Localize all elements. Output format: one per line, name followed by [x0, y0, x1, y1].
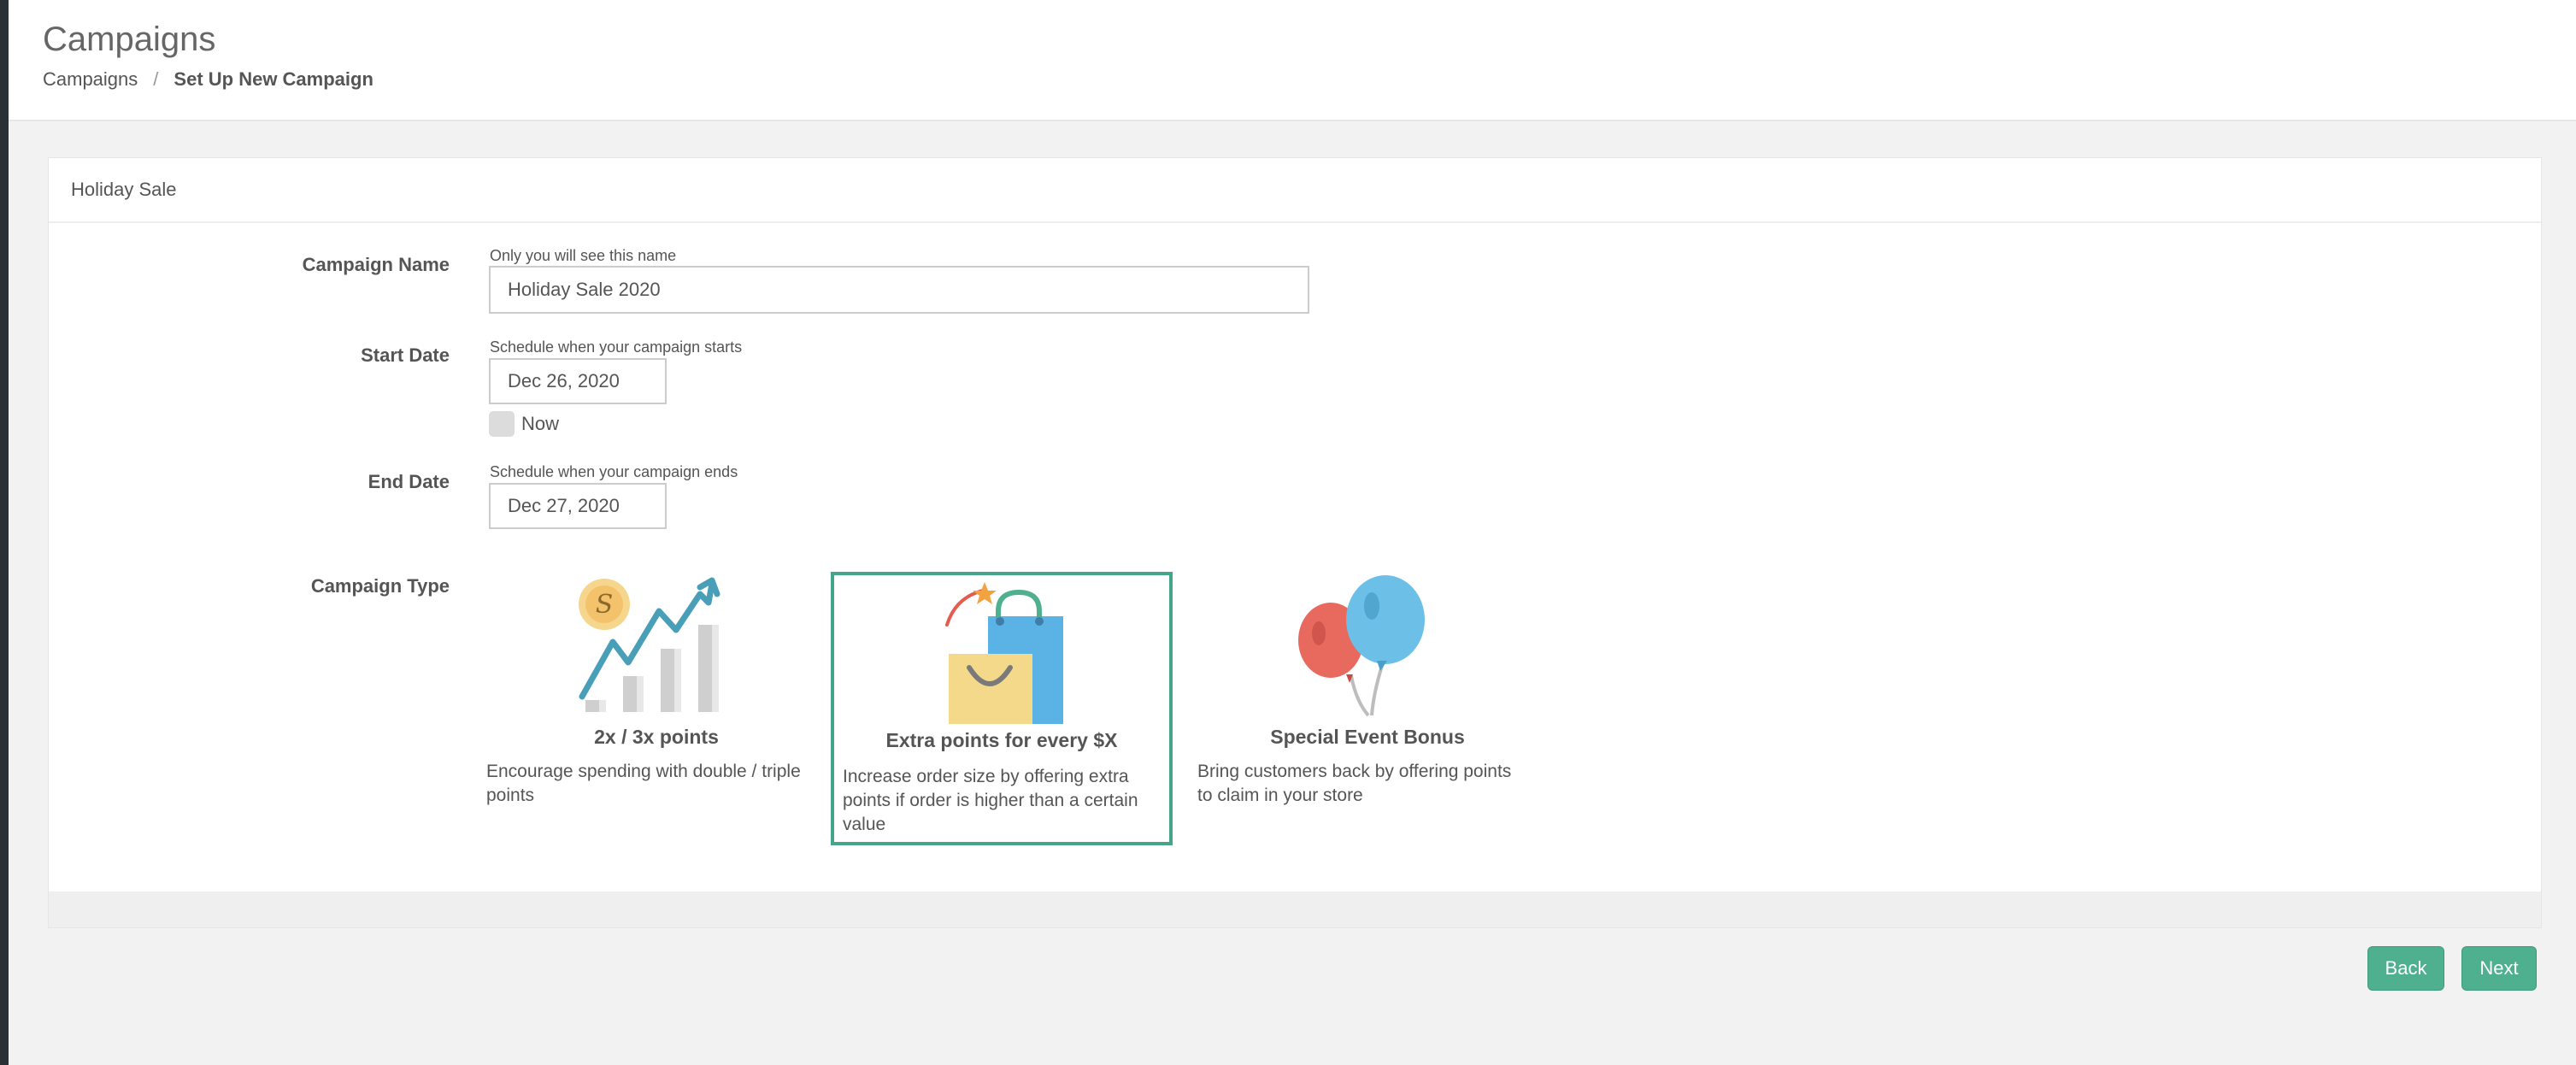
breadcrumb-campaigns-link[interactable]: Campaigns — [43, 68, 138, 91]
back-button[interactable]: Back — [2367, 946, 2444, 991]
campaign-name-label: Campaign Name — [302, 254, 450, 275]
end-date-hint: Schedule when your campaign ends — [490, 463, 738, 480]
campaign-name-hint: Only you will see this name — [490, 247, 677, 264]
balloons-icon — [1298, 575, 1425, 717]
option-special-event-title: Special Event Bonus — [1270, 726, 1465, 748]
campaign-type-option-extra-points[interactable]: Extra points for every $X Increase order… — [831, 572, 1173, 845]
start-date-input[interactable]: Dec 26, 2020 — [489, 358, 667, 404]
start-now-label: Now — [521, 413, 560, 434]
breadcrumb-separator: / — [153, 68, 159, 90]
card-title: Holiday Sale — [49, 158, 2541, 223]
app-sidebar-edge — [0, 0, 9, 1065]
page-title: Campaigns — [43, 21, 216, 58]
start-date-hint: Schedule when your campaign starts — [490, 338, 743, 356]
option-extra-points-title: Extra points for every $X — [885, 729, 1118, 751]
option-multiplier-description: Encourage spending with double / triple … — [486, 762, 801, 805]
campaign-type-option-special-event[interactable]: Special Event Bonus Bring customers back… — [1197, 570, 1538, 844]
start-now-checkbox[interactable] — [489, 411, 515, 437]
campaign-name-input[interactable]: Holiday Sale 2020 — [489, 266, 1309, 314]
shopping-bag-icon — [945, 582, 1063, 724]
start-date-label: Start Date — [361, 344, 450, 366]
option-multiplier-title: 2x / 3x points — [594, 726, 719, 748]
breadcrumb-current: Set Up New Campaign — [173, 68, 373, 90]
end-date-label: End Date — [368, 471, 450, 492]
option-special-event-description: Bring customers back by offering points … — [1197, 762, 1512, 805]
card-footer — [49, 891, 2541, 927]
next-button[interactable]: Next — [2461, 946, 2537, 991]
svg-text:S: S — [596, 590, 614, 620]
breadcrumb: Campaigns / Set Up New Campaign — [43, 68, 373, 91]
bar-chart-growth-icon: S — [579, 577, 720, 712]
campaign-type-option-multiplier[interactable]: S 2x / 3x points Encourage spending with… — [486, 570, 826, 844]
end-date-input[interactable]: Dec 27, 2020 — [489, 483, 667, 529]
page-header: Campaigns Campaigns / Set Up New Campaig… — [9, 0, 2576, 121]
option-extra-points-description: Increase order size by offering extra po… — [843, 767, 1138, 834]
campaign-type-label: Campaign Type — [310, 575, 450, 597]
campaign-setup-card: Holiday Sale Campaign Name Only you will… — [48, 157, 2542, 928]
